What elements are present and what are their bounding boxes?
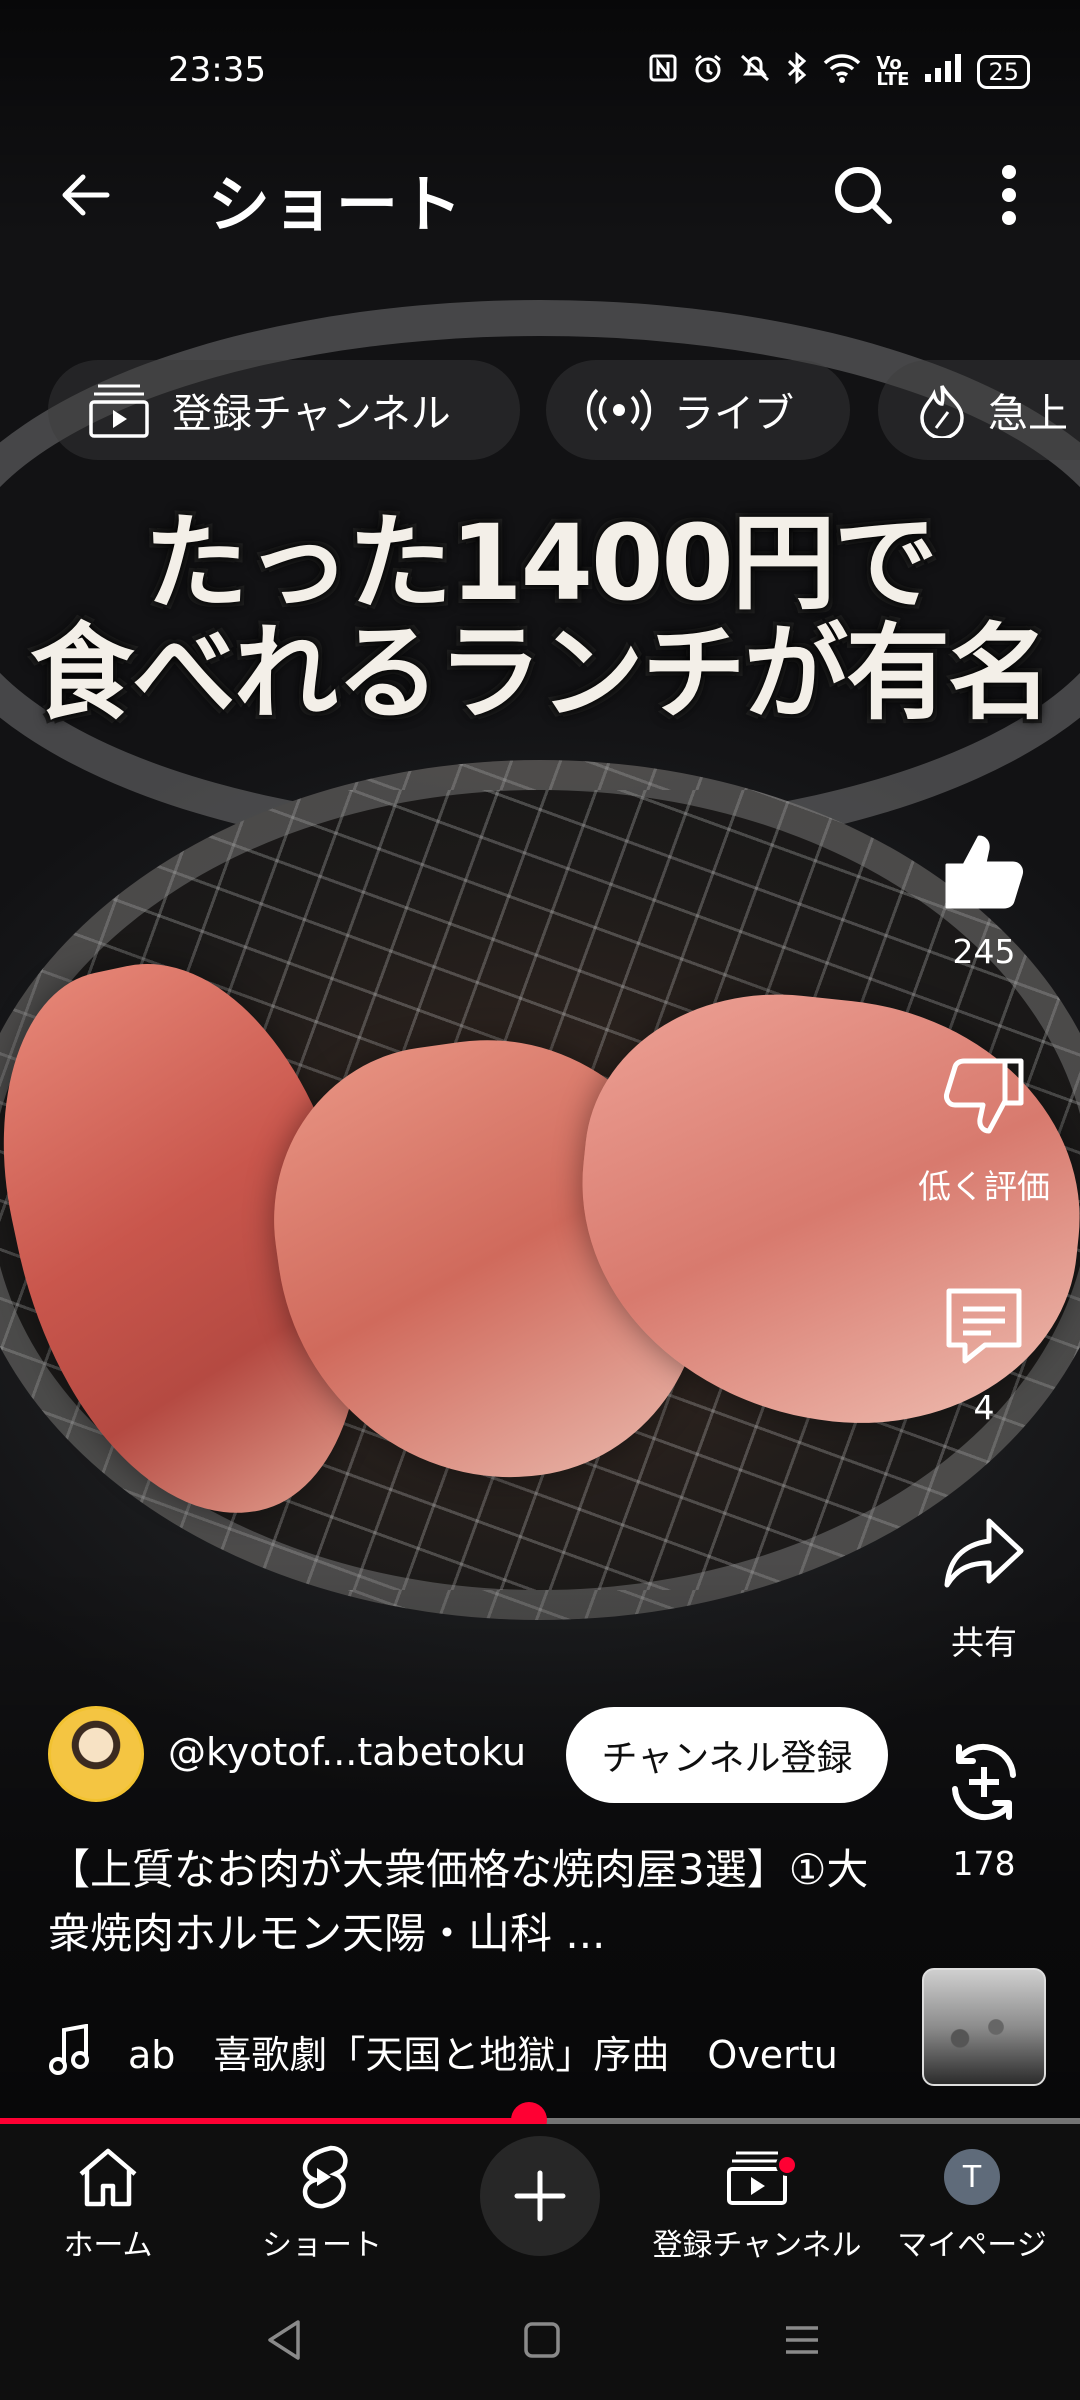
nav-home[interactable]: ホーム <box>8 2142 208 2264</box>
nav-shorts[interactable]: ショート <box>222 2142 422 2264</box>
nav-subscriptions-label: 登録チャンネル <box>652 2228 862 2263</box>
more-vert-icon <box>1002 165 1016 225</box>
chip-subscriptions[interactable]: 登録チャンネル <box>48 360 520 460</box>
remix-button[interactable]: 178 <box>904 1732 1064 1883</box>
notification-dot <box>776 2154 798 2176</box>
mypage-icon-wrap: T <box>872 2142 1072 2212</box>
wifi-icon <box>822 52 862 92</box>
menu-lines-icon <box>786 2326 818 2354</box>
system-navigation-bar <box>0 2280 1080 2400</box>
filter-chips: 登録チャンネル ライブ 急上 <box>48 360 1080 460</box>
page-title: ショート <box>208 168 465 241</box>
thumbs-up-icon <box>904 820 1064 920</box>
share-button[interactable]: 共有 <box>904 1504 1064 1664</box>
nfc-icon <box>648 53 678 91</box>
system-home-button[interactable] <box>502 2310 582 2370</box>
signal-icon <box>923 52 963 92</box>
live-icon <box>586 388 652 432</box>
create-button[interactable] <box>480 2136 600 2256</box>
nav-mypage[interactable]: T マイページ <box>872 2142 1072 2264</box>
channel-handle[interactable]: @kyotof...tabetoku <box>168 1730 526 1774</box>
bottom-navigation: ホーム ショート 登録チャンネル T マイページ <box>0 2124 1080 2280</box>
nav-home-label: ホーム <box>63 2228 153 2263</box>
trending-icon <box>918 382 966 438</box>
subscriptions-icon <box>88 382 150 438</box>
comment-button[interactable]: 4 <box>904 1276 1064 1427</box>
alarm-icon <box>692 52 724 92</box>
chip-live[interactable]: ライブ <box>546 360 850 460</box>
remix-count: 178 <box>952 1844 1016 1883</box>
battery-indicator: 25 <box>977 55 1030 89</box>
system-recents-button[interactable] <box>762 2310 842 2370</box>
chip-label: 登録チャンネル <box>172 391 451 437</box>
video-title[interactable]: 【上質なお肉が大衆価格な焼肉屋3選】①大衆焼肉ホルモン天陽・山科 ... <box>48 1838 888 1966</box>
triangle-back-icon <box>268 2320 300 2360</box>
search-button[interactable] <box>818 150 908 240</box>
back-button[interactable] <box>40 150 130 240</box>
share-icon <box>904 1504 1064 1604</box>
arrow-left-icon <box>62 174 110 216</box>
status-icons: Vo LTE 25 <box>648 51 1030 92</box>
music-thumbnail[interactable] <box>922 1968 1046 2086</box>
thumbs-down-icon <box>904 1048 1064 1148</box>
user-avatar: T <box>944 2149 1000 2205</box>
music-note-icon <box>48 2023 92 2080</box>
subscriptions-nav-icon <box>652 2142 862 2212</box>
channel-row: @kyotof...tabetoku チャンネル登録 <box>48 1706 908 1806</box>
remix-icon <box>904 1732 1064 1832</box>
shorts-icon <box>222 2142 422 2212</box>
plus-icon <box>514 2170 566 2222</box>
like-count: 245 <box>952 932 1016 971</box>
music-title: ab 喜歌劇「天国と地獄」序曲 Overtu <box>128 2033 838 2077</box>
nav-subscriptions[interactable]: 登録チャンネル <box>652 2142 862 2264</box>
nav-mypage-label: マイページ <box>897 2228 1047 2263</box>
square-home-icon <box>524 2322 560 2358</box>
dislike-button[interactable]: 低く評価 <box>904 1048 1064 1208</box>
subscribe-button[interactable]: チャンネル登録 <box>566 1707 888 1803</box>
system-back-button[interactable] <box>244 2310 324 2370</box>
home-icon <box>8 2142 208 2212</box>
comment-icon <box>904 1276 1064 1376</box>
nav-shorts-label: ショート <box>262 2228 382 2263</box>
search-icon <box>835 167 892 224</box>
top-app-bar: ショート <box>0 140 1080 241</box>
volte-icon: Vo LTE <box>876 53 910 90</box>
chip-label: 急上 <box>988 391 1068 437</box>
comment-count: 4 <box>973 1388 995 1427</box>
music-row[interactable]: ab 喜歌劇「天国と地獄」序曲 Overtu <box>48 2010 892 2090</box>
chip-label: ライブ <box>674 391 794 437</box>
status-bar: 23:35 Vo LTE 25 <box>0 0 1080 140</box>
chip-trending[interactable]: 急上 <box>878 360 1080 460</box>
bluetooth-icon <box>786 51 808 92</box>
channel-avatar[interactable] <box>48 1706 144 1802</box>
share-label: 共有 <box>951 1623 1017 1662</box>
like-button[interactable]: 245 <box>904 820 1064 971</box>
dislike-label: 低く評価 <box>918 1167 1050 1206</box>
status-time: 23:35 <box>168 50 266 90</box>
video-caption-line2: 食べれるランチが有名 <box>29 612 1052 734</box>
more-options-button[interactable] <box>964 150 1054 240</box>
mute-icon <box>738 52 772 92</box>
